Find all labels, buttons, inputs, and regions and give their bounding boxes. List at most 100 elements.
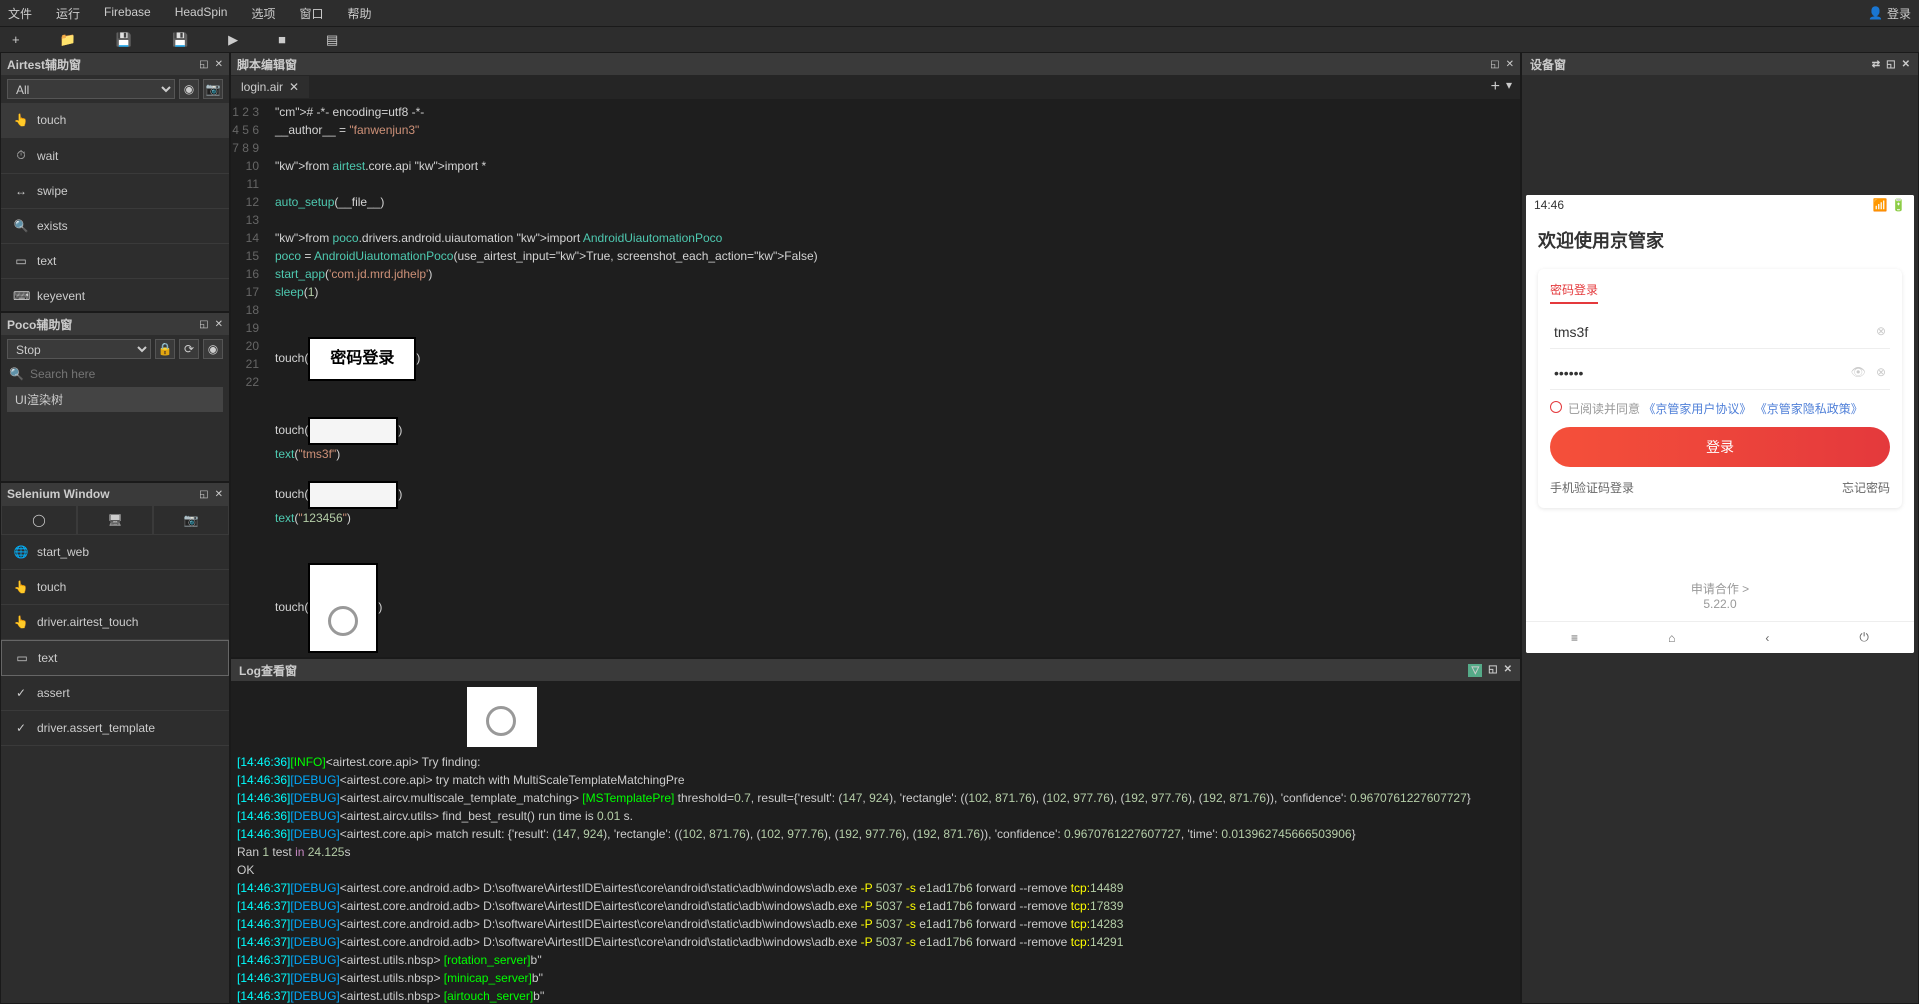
airtest-action-text[interactable]: ▭text (1, 244, 229, 279)
clear-icon[interactable]: ⊗ (1876, 365, 1886, 379)
code-editor[interactable]: 1 2 3 4 5 6 7 8 9 10 11 12 13 14 15 16 1… (231, 99, 1520, 657)
log-line: [14:46:36][DEBUG]<airtest.aircv.multisca… (237, 789, 1514, 807)
filter-icon[interactable]: ▽ (1468, 664, 1482, 677)
airtest-action-wait[interactable]: ⏱wait (1, 138, 229, 174)
device-screen[interactable]: 14:46 📶 🔋 欢迎使用京管家 密码登录 ⊗ (1526, 195, 1914, 653)
selenium-action-driver-assert_template[interactable]: ✓driver.assert_template (1, 711, 229, 746)
open-icon[interactable]: 📁 (60, 32, 76, 48)
login-tab[interactable]: 密码登录 (1550, 281, 1598, 304)
swap-icon[interactable]: ⇄ (1872, 59, 1880, 70)
close-icon[interactable]: ✕ (215, 489, 223, 500)
report-icon[interactable]: ▤ (326, 32, 338, 48)
airtest-action-touch[interactable]: 👆touch (1, 103, 229, 138)
editor-tab[interactable]: login.air ✕ (231, 76, 309, 98)
action-label: wait (37, 149, 58, 163)
stop-icon[interactable]: ■ (278, 32, 286, 47)
selenium-action-text[interactable]: ▭text (1, 640, 229, 676)
menu-firebase[interactable]: Firebase (104, 5, 151, 22)
search-icon: 🔍 (9, 367, 24, 381)
float-icon[interactable]: ◱ (199, 59, 208, 70)
agreement-link-2[interactable]: 《京管家隐私政策》 (1755, 402, 1863, 416)
tab-menu-icon[interactable]: ▾ (1506, 78, 1512, 96)
username-input[interactable] (1550, 316, 1890, 349)
action-icon: ✓ (13, 721, 29, 735)
airtest-filter-dropdown[interactable]: All (7, 79, 175, 99)
selenium-btn-2[interactable]: 🖥 (77, 505, 153, 535)
log-line: [14:46:36][INFO]<airtest.core.api> Try f… (237, 753, 1514, 771)
user-icon: 👤 (1868, 6, 1883, 20)
close-icon[interactable]: ✕ (1504, 664, 1512, 677)
play-icon[interactable]: ▶ (228, 32, 238, 48)
log-line: [14:46:37][DEBUG]<airtest.utils.nbsp> [m… (237, 969, 1514, 987)
close-icon[interactable]: ✕ (1902, 59, 1910, 70)
log-output[interactable]: [14:46:36][INFO]<airtest.core.api> Try f… (231, 681, 1520, 1003)
close-icon[interactable]: ✕ (1506, 59, 1514, 70)
checkbox-icon[interactable] (1550, 401, 1562, 413)
float-icon[interactable]: ◱ (199, 489, 208, 500)
poco-search-input[interactable] (30, 367, 221, 381)
nav-power-icon[interactable]: ⏻ (1859, 630, 1869, 645)
selenium-panel: Selenium Window ◱ ✕ ◯ 🖥 📷 🌐start_web👆tou… (0, 482, 230, 1004)
log-line: [14:46:36][DEBUG]<airtest.core.api> matc… (237, 825, 1514, 843)
new-file-icon[interactable]: + (12, 32, 20, 47)
password-input[interactable] (1550, 357, 1890, 390)
selenium-title: Selenium Window (7, 487, 110, 501)
apply-link[interactable]: 申请合作 > (1526, 580, 1914, 597)
header-login-button[interactable]: 👤 登录 (1868, 5, 1911, 22)
float-icon[interactable]: ◱ (1490, 59, 1499, 70)
refresh-icon[interactable]: ⟳ (179, 339, 199, 359)
selenium-btn-3[interactable]: 📷 (153, 505, 229, 535)
float-icon[interactable]: ◱ (1886, 59, 1895, 70)
camera-icon[interactable]: 📷 (203, 79, 223, 99)
selenium-btn-1[interactable]: ◯ (1, 505, 77, 535)
app-title: 欢迎使用京管家 (1538, 227, 1902, 253)
save-icon[interactable]: 💾 (116, 32, 132, 48)
record-icon[interactable]: ◉ (179, 79, 199, 99)
menu-options[interactable]: 选项 (251, 5, 275, 22)
close-icon[interactable]: ✕ (215, 59, 223, 70)
poco-mode-dropdown[interactable]: Stop (7, 339, 151, 359)
close-icon[interactable]: ✕ (215, 319, 223, 330)
selenium-action-touch[interactable]: 👆touch (1, 570, 229, 605)
float-icon[interactable]: ◱ (1488, 664, 1497, 677)
agreement-link-1[interactable]: 《京管家用户协议》 (1643, 402, 1751, 416)
menu-file[interactable]: 文件 (8, 5, 32, 22)
airtest-action-swipe[interactable]: ↔swipe (1, 174, 229, 209)
clear-icon[interactable]: ⊗ (1876, 324, 1886, 338)
template-image-4 (308, 563, 378, 653)
lock-icon[interactable]: 🔒 (155, 339, 175, 359)
eye-icon[interactable]: 👁 (1851, 365, 1866, 379)
menubar: 文件 运行 Firebase HeadSpin 选项 窗口 帮助 👤 登录 (0, 0, 1919, 26)
selenium-action-driver-airtest_touch[interactable]: 👆driver.airtest_touch (1, 605, 229, 640)
action-label: exists (37, 219, 68, 233)
selenium-action-start_web[interactable]: 🌐start_web (1, 535, 229, 570)
record-icon[interactable]: ◉ (203, 339, 223, 359)
menu-window[interactable]: 窗口 (299, 5, 323, 22)
add-tab-icon[interactable]: + (1491, 78, 1500, 96)
selenium-action-assert[interactable]: ✓assert (1, 676, 229, 711)
nav-home-icon[interactable]: ⌂ (1668, 631, 1675, 645)
menu-headspin[interactable]: HeadSpin (175, 5, 228, 22)
tab-label: login.air (241, 80, 283, 94)
version-label: 5.22.0 (1526, 597, 1914, 611)
action-label: assert (37, 686, 70, 700)
login-submit-button[interactable]: 登录 (1550, 427, 1890, 467)
sms-login-link[interactable]: 手机验证码登录 (1550, 479, 1634, 496)
nav-menu-icon[interactable]: ≡ (1571, 631, 1578, 645)
swipe-icon: ↔ (13, 184, 29, 198)
nav-back-icon[interactable]: ‹ (1765, 631, 1769, 645)
exists-icon: 🔍 (13, 219, 29, 233)
tab-close-icon[interactable]: ✕ (289, 80, 299, 94)
airtest-action-keyevent[interactable]: ⌨keyevent (1, 279, 229, 309)
agreement-row[interactable]: 已阅读并同意 《京管家用户协议》 《京管家隐私政策》 (1550, 400, 1890, 417)
forgot-password-link[interactable]: 忘记密码 (1842, 479, 1890, 496)
save-all-icon[interactable]: 💾 (172, 32, 188, 48)
log-line: [14:46:37][DEBUG]<airtest.core.android.a… (237, 897, 1514, 915)
menu-run[interactable]: 运行 (56, 5, 80, 22)
status-time: 14:46 (1534, 198, 1564, 212)
keyevent-icon: ⌨ (13, 289, 29, 303)
airtest-action-exists[interactable]: 🔍 exists (1, 209, 229, 244)
float-icon[interactable]: ◱ (199, 319, 208, 330)
poco-tree-root[interactable]: UI渲染树 (7, 387, 223, 412)
menu-help[interactable]: 帮助 (347, 5, 371, 22)
